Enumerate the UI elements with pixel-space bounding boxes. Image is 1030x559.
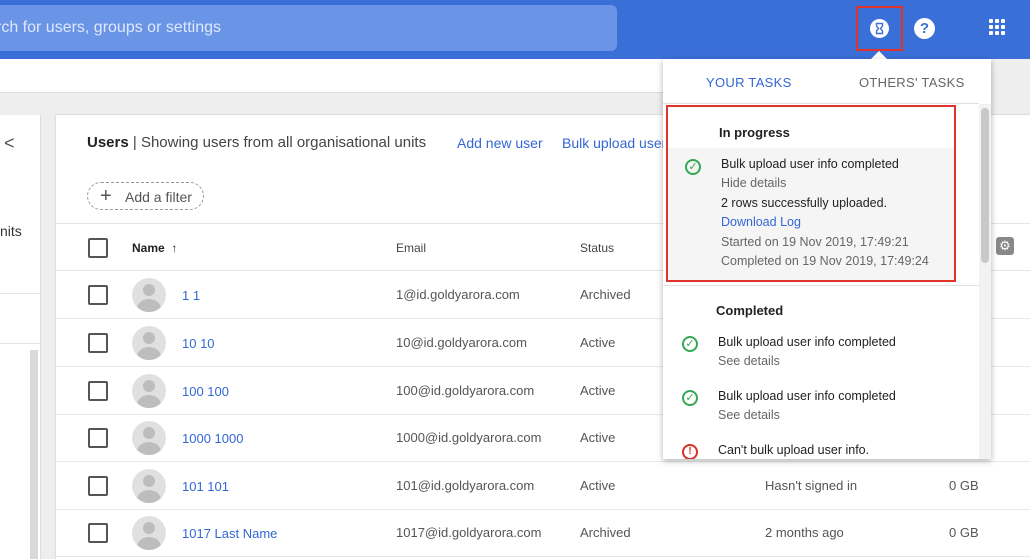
add-filter-button[interactable]: + Add a filter: [87, 182, 204, 210]
task-title: Bulk upload user info completed: [721, 157, 899, 171]
user-name[interactable]: 1 1: [182, 288, 200, 303]
gear-icon[interactable]: ⚙: [996, 237, 1014, 255]
user-status: Archived: [580, 287, 631, 302]
see-details-link[interactable]: See details: [718, 408, 780, 422]
page-title: Users | Showing users from all organisat…: [87, 134, 426, 151]
row-checkbox[interactable]: [88, 523, 108, 543]
add-new-user-link[interactable]: Add new user: [457, 135, 543, 151]
arrow-up-icon: ↑: [168, 241, 178, 255]
user-email: 100@id.goldyarora.com: [396, 383, 535, 398]
help-icon[interactable]: ?: [914, 18, 935, 39]
hide-details-link[interactable]: Hide details: [721, 176, 786, 190]
user-last-sign-in: 2 months ago: [765, 525, 844, 540]
divider: [0, 343, 40, 344]
scrollbar-thumb[interactable]: [981, 108, 989, 263]
error-icon: !: [682, 444, 698, 459]
avatar: [132, 469, 166, 503]
in-progress-section: In progress ✓ Bulk upload user info comp…: [666, 105, 956, 282]
user-status: Active: [580, 430, 616, 445]
avatar: [132, 516, 166, 550]
user-name[interactable]: 1017 Last Name: [182, 526, 277, 541]
in-progress-title: In progress: [719, 125, 790, 140]
user-status: Archived: [580, 525, 631, 540]
column-name[interactable]: Name ↑: [132, 241, 177, 255]
row-checkbox[interactable]: [88, 476, 108, 496]
check-circle-icon: ✓: [685, 159, 701, 175]
row-checkbox[interactable]: [88, 333, 108, 353]
org-units-panel: < nits: [0, 115, 41, 559]
tasks-panel: YOUR TASKS OTHERS' TASKS In progress ✓ B…: [663, 59, 991, 459]
task-result-message: 2 rows successfully uploaded.: [721, 196, 888, 210]
column-name-label: Name: [132, 241, 165, 255]
task-title: Can't bulk upload user info.: [718, 443, 870, 457]
hourglass-icon: [870, 19, 889, 38]
org-units-label: nits: [0, 223, 22, 239]
row-checkbox[interactable]: [88, 428, 108, 448]
column-status[interactable]: Status: [580, 241, 614, 255]
section-divider: [663, 285, 979, 286]
add-filter-label: Add a filter: [125, 189, 192, 205]
tab-your-tasks[interactable]: YOUR TASKS: [706, 75, 792, 90]
chevron-left-icon[interactable]: <: [4, 133, 15, 154]
user-last-sign-in: Hasn't signed in: [765, 478, 858, 493]
task-completed-time: Completed on 19 Nov 2019, 17:49:24: [721, 254, 929, 268]
user-name[interactable]: 10 10: [182, 336, 215, 351]
users-title-rest: | Showing users from all organisational …: [132, 134, 427, 151]
user-name[interactable]: 101 101: [182, 479, 229, 494]
user-email: 10@id.goldyarora.com: [396, 335, 527, 350]
popover-caret: [871, 51, 887, 59]
user-email: 1017@id.goldyarora.com: [396, 525, 542, 540]
user-email: 1000@id.goldyarora.com: [396, 430, 542, 445]
avatar: [132, 326, 166, 360]
user-storage: 0 GB: [949, 478, 979, 493]
row-checkbox[interactable]: [88, 381, 108, 401]
search-placeholder: rch for users, groups or settings: [0, 19, 221, 36]
user-email: 1@id.goldyarora.com: [396, 287, 520, 302]
task-started-time: Started on 19 Nov 2019, 17:49:21: [721, 235, 909, 249]
user-status: Active: [580, 478, 616, 493]
tab-divider: [663, 103, 979, 104]
avatar: [132, 421, 166, 455]
search-input[interactable]: rch for users, groups or settings: [0, 5, 617, 51]
download-log-link[interactable]: Download Log: [721, 215, 801, 229]
check-circle-icon: ✓: [682, 390, 698, 406]
user-email: 101@id.goldyarora.com: [396, 478, 535, 493]
scrollbar[interactable]: [979, 104, 991, 459]
bulk-upload-link[interactable]: Bulk upload user: [562, 135, 666, 151]
tab-others-tasks[interactable]: OTHERS' TASKS: [859, 75, 965, 90]
plus-icon: +: [100, 185, 112, 207]
apps-grid-icon[interactable]: [989, 19, 1005, 35]
avatar: [132, 278, 166, 312]
scrollbar[interactable]: [30, 350, 38, 559]
user-name[interactable]: 100 100: [182, 384, 229, 399]
user-status: Active: [580, 383, 616, 398]
completed-title: Completed: [716, 303, 784, 318]
user-status: Active: [580, 335, 616, 350]
see-details-link[interactable]: See details: [718, 354, 780, 368]
task-title: Bulk upload user info completed: [718, 389, 896, 403]
table-row[interactable]: 1017 Last Name 1017@id.goldyarora.com Ar…: [56, 509, 1030, 557]
divider: [0, 293, 40, 294]
tasks-button[interactable]: [856, 6, 903, 51]
task-title: Bulk upload user info completed: [718, 335, 896, 349]
table-row[interactable]: 101 101 101@id.goldyarora.com Active Has…: [56, 462, 1030, 510]
avatar: [132, 374, 166, 408]
select-all-checkbox[interactable]: [88, 238, 108, 258]
row-checkbox[interactable]: [88, 285, 108, 305]
sub-header: [0, 59, 663, 93]
user-name[interactable]: 1000 1000: [182, 431, 243, 446]
users-title-bold: Users: [87, 134, 129, 151]
column-email[interactable]: Email: [396, 241, 426, 255]
user-storage: 0 GB: [949, 525, 979, 540]
check-circle-icon: ✓: [682, 336, 698, 352]
